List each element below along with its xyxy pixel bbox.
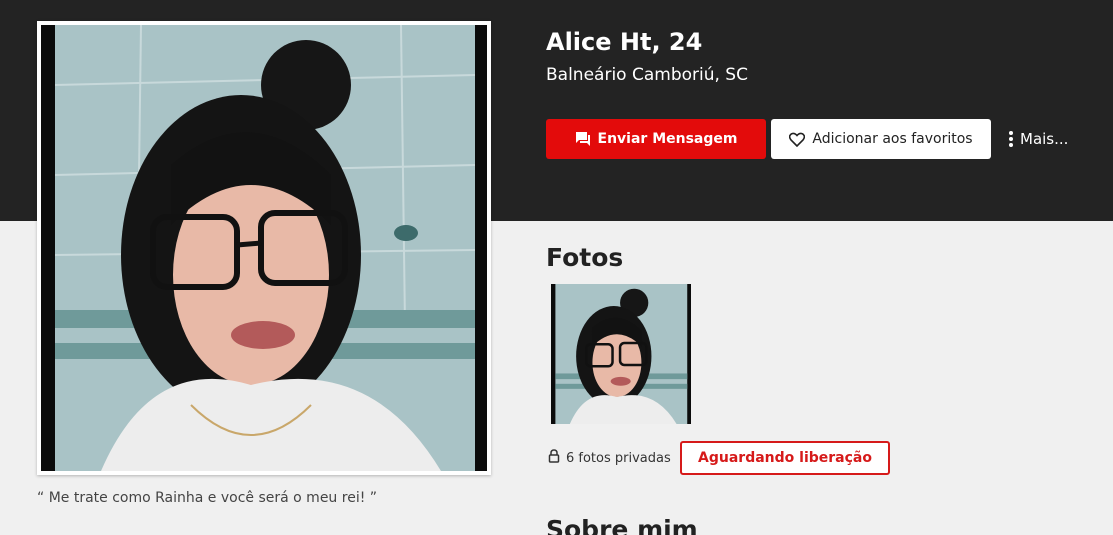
pending-approval-button[interactable]: Aguardando liberação — [680, 441, 890, 475]
more-options-label: Mais... — [1020, 130, 1069, 148]
private-photos-count: 6 fotos privadas — [566, 450, 671, 466]
profile-name: Alice Ht, 24 — [546, 28, 703, 56]
more-options-button[interactable]: Mais... — [1008, 119, 1088, 159]
about-section-title: Sobre mim — [546, 515, 698, 535]
profile-photo[interactable] — [41, 25, 487, 471]
photo-thumbnail-image — [551, 284, 691, 424]
add-favorite-label: Adicionar aos favoritos — [812, 131, 973, 147]
chat-bubble-icon — [575, 131, 591, 147]
profile-quote: “ Me trate como Rainha e você será o meu… — [37, 490, 378, 506]
photo-thumbnail[interactable] — [551, 284, 691, 424]
profile-photo-image — [41, 25, 487, 471]
profile-photo-frame[interactable] — [37, 21, 491, 475]
send-message-button[interactable]: Enviar Mensagem — [546, 119, 766, 159]
send-message-label: Enviar Mensagem — [597, 131, 738, 147]
photos-section-title: Fotos — [546, 243, 624, 272]
profile-location: Balneário Camboriú, SC — [546, 65, 748, 85]
lock-icon — [548, 449, 560, 467]
add-favorite-button[interactable]: Adicionar aos favoritos — [771, 119, 991, 159]
private-photos-info: 6 fotos privadas — [548, 449, 671, 467]
kebab-menu-icon — [1008, 130, 1014, 148]
heart-outline-icon — [789, 132, 806, 147]
